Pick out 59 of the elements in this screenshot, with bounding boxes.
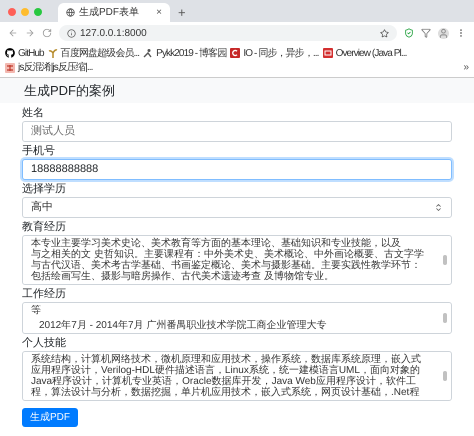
textarea-line: 等 xyxy=(31,305,42,316)
field-label: 姓名 xyxy=(22,107,45,119)
field-label: 个人技能 xyxy=(22,337,67,349)
window-frame-icon xyxy=(322,48,333,58)
stamp-icon xyxy=(5,62,15,72)
field-label: 工作经历 xyxy=(22,288,67,300)
star-icon[interactable] xyxy=(380,28,389,38)
field-label: 手机号 xyxy=(22,145,56,157)
scrollbar-thumb-icon xyxy=(443,313,447,323)
shield-icon[interactable] xyxy=(404,28,414,38)
text-field[interactable]: 18888888888 xyxy=(22,159,452,180)
select-field[interactable]: 高中 xyxy=(22,197,452,218)
scrollbar-thumb-icon xyxy=(443,255,447,265)
textarea-line: 包括绘画写生、摄影与暗房操作、古代美术遗迹考查 及博物馆专业。 xyxy=(31,271,335,282)
text-field[interactable]: 测试人员 xyxy=(22,121,452,142)
address-bar[interactable]: 127.0.0.1:8000 xyxy=(59,25,397,41)
url-text: 127.0.0.1:8000 xyxy=(80,26,148,40)
zoom-window-icon[interactable] xyxy=(34,8,42,16)
textarea-line: 与古代汉语、美术考古学基础、书画鉴定概论、美术与摄影基础。主要实践性教学环节： xyxy=(31,260,422,271)
textarea-line: 应用程序设计，Verilog-HDL硬件描述语言，Linux系统，统一建模语言UML，面向对象的 xyxy=(31,365,421,376)
textarea-field[interactable]: 本专业主要学习美术史论、美术教育等方面的基本理论、基础知识和专业技能，以及 与之相关的文 史哲知识。主要课程有：中外美术史、美术概论、中外画论概要、古文字学 与古代汉语、美术考古学基础、书画鉴定概论、美术与摄影基础。主要实践性教学环节： 包括绘画写生、摄影与暗房操作、古代美术遗迹考查 及博物馆专业。 xyxy=(22,235,452,285)
forward-icon[interactable] xyxy=(25,28,35,38)
textarea-line: Java程序设计，计算机专业英语，Oracle数据库开发，Java Web应用程序设计，软件工 xyxy=(31,376,417,387)
letter-c-icon xyxy=(230,48,240,58)
updown-caret-icon xyxy=(434,203,443,212)
browser-tab[interactable]: 生成PDF表单 × xyxy=(58,3,170,22)
textarea-line: 2012年7月 - 2014年7月 广州番禺职业技术学院工商企业管理大专 xyxy=(38,320,328,331)
bookmark-link[interactable]: Pykk2019 - 博客园 xyxy=(143,46,226,60)
textarea-line: 系统结构，计算机网络技术，微机原理和应用技术，操作系统，数据库系统原理，嵌入式 xyxy=(31,354,422,365)
textarea-line: 本专业主要学习美术史论、美术教育等方面的基本理论、基础知识和专业技能，以及 xyxy=(31,238,401,249)
page-heading: 生成PDF的案例 xyxy=(24,82,115,100)
bookmark-link[interactable]: 百度网盘超级会员... xyxy=(48,46,140,60)
tab-title: 生成PDF表单 xyxy=(79,6,140,20)
tab-close-button[interactable]: × xyxy=(156,5,162,20)
funnel-icon[interactable] xyxy=(421,28,431,38)
new-tab-button[interactable]: + xyxy=(178,3,186,22)
select-value: 高中 xyxy=(31,200,53,216)
bookmark-link[interactable]: GitHub xyxy=(5,46,44,60)
scrollbar-thumb-icon xyxy=(443,371,447,381)
generate-pdf-button[interactable]: 生成PDF xyxy=(22,408,78,427)
avatar-icon[interactable] xyxy=(438,28,449,38)
bookmark-link[interactable]: js反混淆|js反压缩|... xyxy=(5,60,92,74)
bookmark-link[interactable]: Overview (Java Pl... xyxy=(322,46,406,60)
textarea-field[interactable]: 系统结构，计算机网络技术，微机原理和应用技术，操作系统，数据库系统原理，嵌入式 应用程序设计，Verilog-HDL硬件描述语言，Linux系统，统一建模语言UML，面向对象的 Java程序设计，计算机专业英语，Oracle数据库开发，Java Web应用程序设计，软件工 程，算法设计与分析，数据挖掘，单片机应用技术，嵌入式系统，网页设计基础，.Net程 xyxy=(22,351,452,401)
info-icon xyxy=(67,28,76,38)
back-icon[interactable] xyxy=(8,28,18,38)
reload-icon[interactable] xyxy=(42,28,52,38)
field-label: 教育经历 xyxy=(22,221,67,233)
textarea-field[interactable]: 等 2012年7月 - 2014年7月 广州番禺职业技术学院工商企业管理大专 xyxy=(22,302,452,334)
plant-icon xyxy=(48,48,58,58)
bookmark-link[interactable]: IO - 同步，异步，... xyxy=(230,46,319,60)
github-icon xyxy=(5,48,15,58)
globe-icon xyxy=(66,8,75,17)
field-label: 选择学历 xyxy=(22,183,67,195)
textarea-line: 程，算法设计与分析，数据挖掘，单片机应用技术，嵌入式系统，网页设计基础，.Net程 xyxy=(31,387,420,398)
textarea-line: 与之相关的文 史哲知识。主要课程有：中外美术史、美术概论、中外画论概要、古文字学 xyxy=(31,249,425,260)
close-window-icon[interactable] xyxy=(8,8,16,16)
more-bookmarks-button[interactable]: » xyxy=(463,60,469,75)
figure-icon xyxy=(143,48,154,58)
